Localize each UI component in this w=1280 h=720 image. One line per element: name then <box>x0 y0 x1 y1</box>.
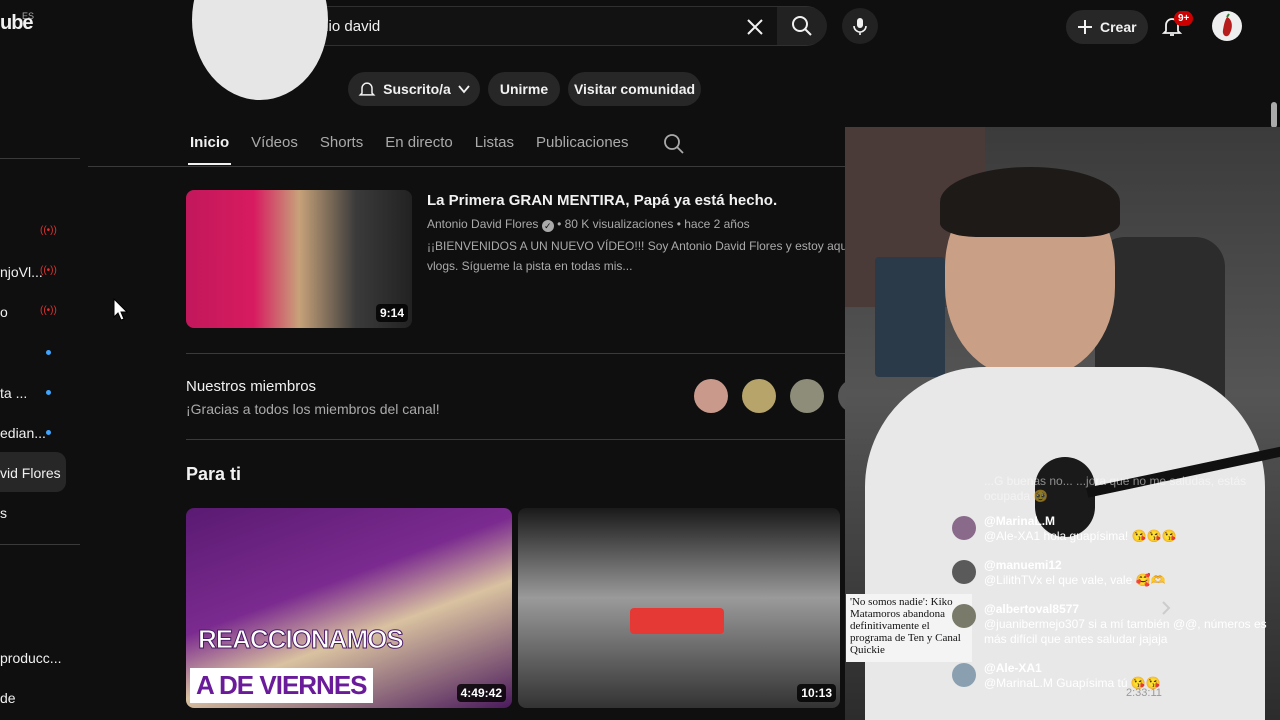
chat-avatar <box>952 604 976 628</box>
chat-message: @manuemi12 @LilithTVx el que vale, vale … <box>944 558 1280 594</box>
chat-avatar <box>952 560 976 584</box>
voice-search-button[interactable] <box>842 8 878 44</box>
new-content-dot <box>46 430 51 435</box>
plus-icon <box>1078 20 1092 34</box>
featured-video-thumbnail[interactable]: 9:14 <box>186 190 412 328</box>
sidebar-item-7[interactable]: producc... <box>0 650 61 666</box>
featured-video-meta: Antonio David Flores ✓ • 80 K visualizac… <box>427 217 750 232</box>
visit-community-label: Visitar comunidad <box>573 81 696 97</box>
bell-icon <box>358 82 376 96</box>
live-icon: ((•)) <box>40 265 57 276</box>
meta-separator: • <box>557 217 562 231</box>
clear-search-icon[interactable] <box>743 15 767 39</box>
member-avatar[interactable] <box>790 379 824 413</box>
logo-region: ES <box>22 11 35 21</box>
channel-search-icon[interactable] <box>663 133 685 155</box>
tab-videos[interactable]: Vídeos <box>251 134 298 151</box>
member-avatar[interactable] <box>742 379 776 413</box>
tab-inicio[interactable]: Inicio <box>190 134 229 151</box>
active-tab-indicator <box>188 163 231 165</box>
chat-message: @MarinaL.M @Ale-XA1 hola guapísima! 😘😘😘 <box>944 514 1280 550</box>
streamer-hair <box>940 167 1120 237</box>
mouse-cursor-icon <box>113 298 129 321</box>
section-divider <box>186 353 848 354</box>
chevron-right-icon[interactable] <box>1158 598 1174 618</box>
create-label: Crear <box>1100 19 1137 35</box>
account-avatar[interactable] <box>1212 11 1242 41</box>
view-count: 80 K visualizaciones <box>564 217 674 231</box>
member-avatar[interactable] <box>694 379 728 413</box>
chat-text: @Ale-XA1 hola guapísima! 😘😘😘 <box>984 529 1177 543</box>
video-duration: 4:49:42 <box>456 684 506 702</box>
recommended-video-thumbnail[interactable]: REACCIONAMOS A DE VIERNES 4:49:42 <box>186 508 512 708</box>
channel-tabs: Inicio Vídeos Shorts En directo Listas P… <box>190 134 651 151</box>
description-line: ¡¡BIENVENIDOS A UN NUEVO VÍDEO!!! Soy An… <box>427 239 847 253</box>
thumbnail-overlay-text: A DE VIERNES <box>190 668 373 703</box>
background-monitor <box>875 257 945 377</box>
chat-message: @Ale-XA1 @MarinaL.M Guapísima tú 😘😘 <box>944 661 1280 697</box>
featured-video-title[interactable]: La Primera GRAN MENTIRA, Papá ya está he… <box>427 192 777 209</box>
chat-avatar <box>952 516 976 540</box>
tab-publicaciones[interactable]: Publicaciones <box>536 134 629 151</box>
visit-community-button[interactable]: Visitar comunidad <box>568 72 701 106</box>
live-chat-overlay: ...G buenas no... ...jora que no me salu… <box>944 470 1280 710</box>
new-content-dot <box>46 350 51 355</box>
sidebar-item-6[interactable]: s <box>0 505 7 521</box>
sidebar-divider <box>0 544 80 545</box>
sidebar-divider <box>0 158 80 159</box>
search-box[interactable]: antonio david <box>276 6 827 46</box>
tab-listas[interactable]: Listas <box>475 134 514 151</box>
chat-username: @albertoval8577 <box>984 602 1080 616</box>
join-button[interactable]: Unirme <box>488 72 560 106</box>
tab-shorts[interactable]: Shorts <box>320 134 363 151</box>
tab-en-directo[interactable]: En directo <box>385 134 453 151</box>
chat-avatar <box>952 663 976 687</box>
members-subtitle: ¡Gracias a todos los miembros del canal! <box>186 401 440 417</box>
chat-message: @albertoval8577 @juanibermejo307 si a mí… <box>944 602 1280 654</box>
channel-avatar[interactable] <box>192 0 328 100</box>
live-icon: ((•)) <box>40 225 57 236</box>
members-title: Nuestros miembros <box>186 378 317 395</box>
chat-text: @LilithTVx el que vale, vale 🥰🫶 <box>984 573 1166 587</box>
thumbnail-overlay-text: REACCIONAMOS <box>198 624 405 655</box>
chat-username: @MarinaL.M <box>984 514 1056 528</box>
microphone-icon <box>853 18 867 35</box>
chat-text: ...G buenas no... ...jora que no me salu… <box>984 474 1247 503</box>
chat-text: @juanibermejo307 si a mí también @@, núm… <box>984 617 1267 646</box>
sidebar-item-2[interactable]: o <box>0 304 8 320</box>
stream-timestamp: 2:33:11 <box>1126 687 1162 699</box>
live-icon: ((•)) <box>40 305 57 316</box>
sidebar-item-8[interactable]: de <box>0 690 16 706</box>
for-you-title: Para ti <box>186 464 242 484</box>
section-divider <box>186 439 848 440</box>
chat-username: @Ale-XA1 <box>984 661 1042 675</box>
sidebar-item-channel[interactable]: vid Flores <box>0 465 61 481</box>
channel-name[interactable]: Antonio David Flores <box>427 217 538 231</box>
video-duration: 10:13 <box>797 684 836 702</box>
subscribed-button[interactable]: Suscrito/a <box>348 72 480 106</box>
chat-message: ...G buenas no... ...jora que no me salu… <box>944 472 1280 506</box>
create-button[interactable]: Crear <box>1066 10 1148 44</box>
chevron-down-icon <box>458 85 470 94</box>
search-button[interactable] <box>777 7 827 45</box>
page-scrollbar[interactable] <box>1271 102 1277 128</box>
chat-username: @manuemi12 <box>984 558 1062 572</box>
recommended-video-thumbnail[interactable]: 10:13 <box>518 508 840 708</box>
sidebar-item-1[interactable]: njoVl... <box>0 264 43 280</box>
tabs-divider <box>88 166 848 167</box>
subscribed-label: Suscrito/a <box>383 81 451 97</box>
sidebar-item-4[interactable]: edian... <box>0 425 46 441</box>
verified-icon: ✓ <box>541 220 554 232</box>
join-label: Unirme <box>499 81 549 97</box>
sidebar-item-3[interactable]: ta ... <box>0 385 27 401</box>
upload-age: hace 2 años <box>684 217 750 231</box>
search-icon <box>792 16 812 36</box>
new-content-dot <box>46 390 51 395</box>
video-duration: 9:14 <box>375 304 408 322</box>
description-line: vlogs. Sígueme la pista en todas mis... <box>427 259 633 273</box>
featured-video-description: ¡¡BIENVENIDOS A UN NUEVO VÍDEO!!! Soy An… <box>427 236 847 276</box>
thumbnail-graphic <box>630 608 724 634</box>
meta-separator: • <box>676 217 681 231</box>
notifications-badge: 9+ <box>1174 11 1194 26</box>
